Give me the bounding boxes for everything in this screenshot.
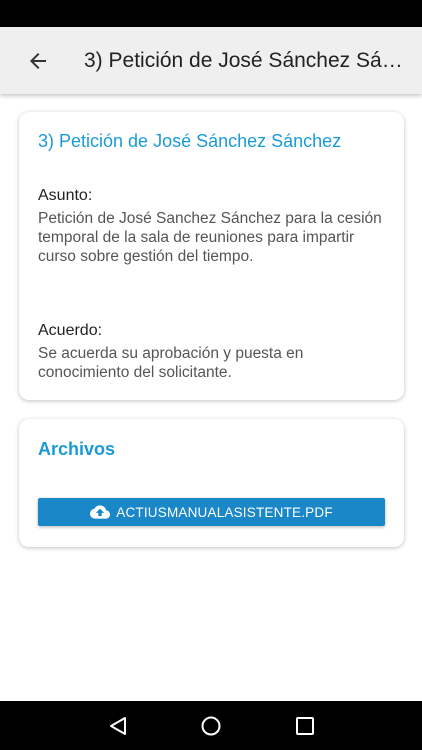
files-card: Archivos ACTIUSMANUALASISTENTE.PDF (19, 419, 404, 547)
content: 3) Petición de José Sánchez Sánchez Asun… (0, 94, 422, 701)
file-name: ACTIUSMANUALASISTENTE.PDF (116, 504, 333, 520)
arrow-left-icon (30, 52, 46, 69)
page-title: 3) Petición de José Sánchez Sánchez (84, 48, 406, 72)
asunto-label: Asunto: (38, 187, 93, 204)
square-recents-icon[interactable] (294, 715, 316, 737)
system-nav-bar (0, 701, 422, 750)
file-download-button[interactable]: ACTIUSMANUALASISTENTE.PDF (38, 498, 385, 526)
circle-home-icon[interactable] (200, 715, 222, 737)
triangle-back-icon[interactable] (107, 715, 129, 737)
asunto-text: Petición de José Sanchez Sánchez para la… (38, 210, 382, 265)
back-button[interactable] (0, 27, 76, 94)
status-bar (0, 0, 422, 27)
detail-card: 3) Petición de José Sánchez Sánchez Asun… (19, 112, 404, 400)
detail-title: 3) Petición de José Sánchez Sánchez (38, 131, 342, 151)
acuerdo-text: Se acuerda su aprobación y puesta en con… (38, 345, 304, 381)
cloud-upload-icon (90, 504, 111, 520)
files-title: Archivos (38, 439, 116, 459)
app-bar: 3) Petición de José Sánchez Sánchez (0, 27, 422, 94)
acuerdo-label: Acuerdo: (38, 322, 103, 339)
